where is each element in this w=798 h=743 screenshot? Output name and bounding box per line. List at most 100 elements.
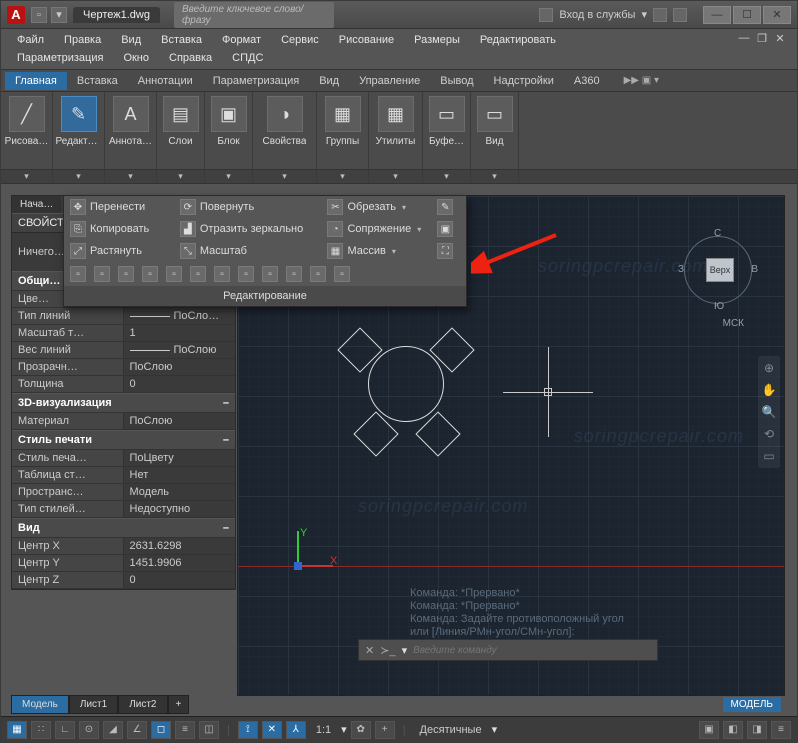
ribbon-tab[interactable]: Вывод [430,72,483,90]
status-icon[interactable]: ⅄ [286,721,306,739]
property-value[interactable]: ПоСлою [124,342,236,358]
property-group-header[interactable]: Вид– [12,518,235,538]
panel-dropdown[interactable]: ▾ [205,170,253,183]
ribbon-panel[interactable]: ▭Вид [471,92,519,169]
flyout-mini-icon[interactable]: ▫ [238,266,254,282]
property-value[interactable]: 0 [124,572,236,588]
property-group-header[interactable]: Стиль печати– [12,430,235,450]
doc-close-button[interactable]: ✕ [773,31,787,45]
menu-item[interactable]: Формат [212,31,271,49]
status-icon[interactable]: ◧ [723,721,743,739]
ribbon-tab[interactable]: Аннотации [128,72,203,90]
start-tab[interactable]: Нача… [12,196,61,213]
property-group-header[interactable]: 3D-визуализация– [12,393,235,413]
flyout-mini-icon[interactable]: ▫ [334,266,350,282]
property-value[interactable]: 2631.6298 [124,538,236,554]
status-icon[interactable]: ◨ [747,721,767,739]
app-icon[interactable]: A [7,6,25,24]
property-row[interactable]: Тип стилей…Недоступно [12,501,235,518]
viewcube[interactable]: Верх С Ю З В [678,230,758,310]
menu-item[interactable]: Параметризация [7,49,113,67]
flyout-command[interactable]: ⤢Растянуть [70,243,174,259]
ribbon-tab-home[interactable]: Главная [5,72,67,90]
doc-minimize-button[interactable]: — [737,31,751,45]
menu-item[interactable]: Файл [7,31,54,49]
panel-icon[interactable]: ▦ [378,96,414,132]
panel-dropdown[interactable]: ▾ [253,170,317,183]
property-row[interactable]: Таблица ст…Нет [12,467,235,484]
osnap-toggle[interactable]: ◻ [151,721,171,739]
flyout-command[interactable]: ⎘Копировать [70,221,174,237]
property-row[interactable]: Центр Y1451.9906 [12,555,235,572]
qat-new-icon[interactable]: ▫ [31,7,47,23]
panel-icon[interactable]: ▦ [325,96,361,132]
panel-icon[interactable]: ▣ [211,96,247,132]
orbit-icon[interactable]: ⟲ [761,426,777,442]
layout-tab[interactable]: Лист2 [118,695,167,714]
flyout-mini-icon[interactable]: ▫ [190,266,206,282]
property-value[interactable]: ПоСло… [124,308,236,324]
panel-dropdown[interactable]: ▾ [471,170,519,183]
doc-restore-button[interactable]: ❐ [755,31,769,45]
model-badge[interactable]: МОДЕЛЬ [723,697,781,712]
ribbon-tab[interactable]: Надстройки [484,72,564,90]
gear-icon[interactable]: ✿ [351,721,371,739]
ribbon-panel[interactable]: ▦Группы [317,92,369,169]
lineweight-toggle[interactable]: ≡ [175,721,195,739]
scale-display[interactable]: 1:1 [310,724,337,736]
flyout-mini-icon[interactable]: ▫ [94,266,110,282]
ribbon-tab[interactable]: Управление [349,72,430,90]
property-value[interactable]: Недоступно [124,501,236,517]
panel-dropdown[interactable]: ▾ [369,170,423,183]
ribbon-tab[interactable]: A360 [564,72,610,90]
panel-icon[interactable]: A [113,96,149,132]
quick-props-icon[interactable]: ▣ [699,721,719,739]
help-search[interactable]: Введите ключевое слово/фразу [174,2,334,28]
pan-icon[interactable]: ✋ [761,382,777,398]
ribbon-panel[interactable]: ▭Буфе… [423,92,471,169]
infocenter-icon[interactable] [539,8,553,22]
panel-dropdown[interactable]: ▾ [1,170,53,183]
menu-item[interactable]: Рисование [329,31,404,49]
flyout-mini-icon[interactable]: ▫ [262,266,278,282]
panel-icon[interactable]: ▤ [163,96,199,132]
panel-icon[interactable]: ✎ [61,96,97,132]
property-row[interactable]: МатериалПоСлою [12,413,235,430]
help-icon[interactable] [673,8,687,22]
property-value[interactable]: ПоСлою [124,413,236,429]
viewcube-face[interactable]: Верх [706,258,734,282]
flyout-mini-icon[interactable]: ▫ [166,266,182,282]
flyout-mini-icon[interactable]: ▫ [70,266,86,282]
close-button[interactable]: ✕ [763,6,791,24]
flyout-command[interactable]: ▟Отразить зеркально [180,221,322,237]
ribbon-tab[interactable]: Вставка [67,72,128,90]
flyout-command[interactable]: ✥Перенести [70,199,174,215]
flyout-mini-icon[interactable]: ▫ [214,266,230,282]
flyout-mini-icon[interactable]: ▫ [310,266,326,282]
flyout-mini-icon[interactable]: ▫ [118,266,134,282]
status-icon[interactable]: ✕ [262,721,282,739]
qat-open-icon[interactable]: ▾ [51,7,67,23]
flyout-command[interactable]: ⟳Повернуть [180,199,322,215]
ribbon-extras[interactable]: ▶▶ ▣ ▾ [614,72,669,89]
property-value[interactable]: Модель [124,484,236,500]
property-row[interactable]: Прозрачн…ПоСлою [12,359,235,376]
isodraft-toggle[interactable]: ◢ [103,721,123,739]
snap-toggle[interactable]: ∷ [31,721,51,739]
menu-item[interactable]: Окно [113,49,159,67]
menu-item[interactable]: Справка [159,49,222,67]
otrack-toggle[interactable]: ∠ [127,721,147,739]
flyout-command[interactable]: ✎ [437,199,460,215]
property-row[interactable]: Толщина0 [12,376,235,393]
property-value[interactable]: 1 [124,325,236,341]
property-value[interactable]: 1451.9906 [124,555,236,571]
ribbon-panel[interactable]: ▦Утилиты [369,92,423,169]
property-row[interactable]: Вес линийПоСлою [12,342,235,359]
property-row[interactable]: Стиль печа…ПоЦвету [12,450,235,467]
status-icon[interactable]: ⟟ [238,721,258,739]
menu-item[interactable]: Размеры [404,31,470,49]
flyout-command[interactable]: ⤡Масштаб [180,243,322,259]
exchange-icon[interactable] [653,8,667,22]
flyout-command[interactable]: ⛶ [437,243,460,259]
signin-link[interactable]: Вход в службы [559,9,635,21]
